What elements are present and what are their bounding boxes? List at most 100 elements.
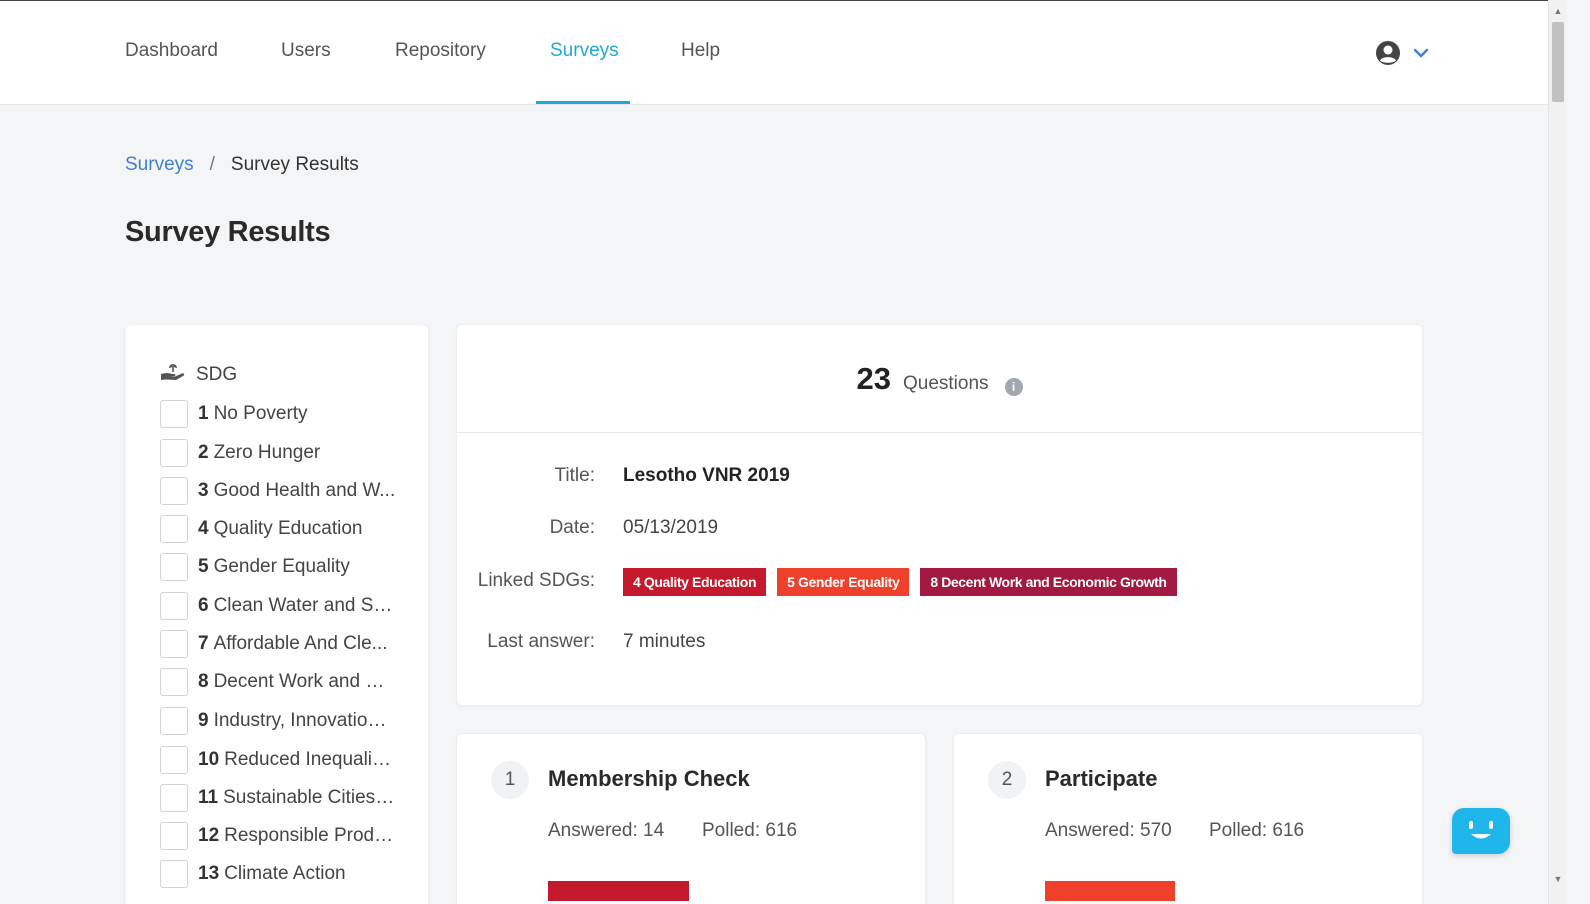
sdg-label: Gender Equality — [213, 556, 350, 577]
sdg-number: 9 — [198, 710, 209, 731]
checkbox[interactable] — [160, 668, 188, 696]
sdg-tag-gender-equality[interactable]: 5 Gender Equality — [777, 568, 910, 596]
checkbox[interactable] — [160, 746, 188, 774]
sdg-number: 3 — [198, 480, 209, 501]
title-value: Lesotho VNR 2019 — [623, 465, 790, 486]
answered-count: Answered: 570 — [1045, 820, 1172, 841]
scroll-down-arrow-icon[interactable]: ▼ — [1549, 872, 1567, 886]
scroll-up-arrow-icon[interactable]: ▲ — [1549, 4, 1567, 18]
sdg-label: Zero Hunger — [213, 442, 321, 463]
page-title: Survey Results — [125, 216, 331, 248]
sdg-filter-item[interactable]: 3 Good Health and W... — [160, 477, 395, 505]
sdg-number: 5 — [198, 556, 209, 577]
sdg-number: 6 — [198, 595, 209, 616]
sdg-filter-item[interactable]: 6 Clean Water and Sa... — [160, 592, 396, 620]
checkbox[interactable] — [160, 707, 188, 735]
question-count-label: Questions — [902, 373, 989, 394]
sdg-filter-item[interactable]: 13 Climate Action — [160, 860, 346, 888]
info-icon[interactable]: i — [1004, 378, 1023, 396]
polled-count: Polled: 616 — [1209, 820, 1305, 841]
checkbox[interactable] — [160, 477, 188, 505]
checkbox[interactable] — [160, 515, 188, 543]
nav-dashboard[interactable]: Dashboard — [125, 40, 218, 62]
checkbox[interactable] — [160, 822, 188, 850]
question-title: Participate — [1045, 766, 1158, 791]
question-count-number: 23 — [856, 361, 891, 396]
sdg-filter-item[interactable]: 10 Reduced Inequaliti... — [160, 746, 396, 774]
sdg-label: Quality Education — [213, 518, 363, 539]
question-index: 2 — [988, 761, 1026, 799]
sdg-filter-item[interactable]: 7 Affordable And Cle... — [160, 630, 388, 658]
chat-bot-button[interactable] — [1452, 808, 1510, 854]
checkbox[interactable] — [160, 630, 188, 658]
question-title: Membership Check — [548, 766, 750, 791]
sdg-filter-item[interactable]: 5 Gender Equality — [160, 553, 350, 581]
top-navigation-bar: Dashboard Users Repository Surveys Help — [0, 0, 1548, 105]
sdg-number: 10 — [198, 749, 220, 770]
last-answer-value: 7 minutes — [623, 631, 706, 652]
breadcrumb-separator: / — [209, 154, 215, 175]
breadcrumb: Surveys / Survey Results — [125, 154, 359, 176]
nav-users[interactable]: Users — [281, 40, 331, 62]
question-index: 1 — [491, 761, 529, 799]
sdg-filter-item[interactable]: 12 Responsible Produ... — [160, 822, 396, 850]
nav-help[interactable]: Help — [681, 40, 720, 62]
breadcrumb-surveys-link[interactable]: Surveys — [125, 154, 194, 176]
title-label: Title: — [554, 465, 595, 486]
sdg-tag-quality-education[interactable]: 4 Quality Education — [623, 568, 767, 596]
sdg-number: 13 — [198, 863, 220, 884]
question-card[interactable]: 2 Participate Answered: 570 Polled: 616 — [953, 733, 1423, 904]
sdg-label: Sustainable Cities ... — [223, 787, 396, 808]
checkbox[interactable] — [160, 439, 188, 467]
active-tab-indicator — [536, 101, 630, 104]
sdg-filter-item[interactable]: 9 Industry, Innovation ... — [160, 707, 396, 735]
nav-repository[interactable]: Repository — [395, 40, 486, 62]
sdg-filter-item[interactable]: 1 No Poverty — [160, 400, 308, 428]
checkbox[interactable] — [160, 784, 188, 812]
nav-surveys[interactable]: Surveys — [550, 40, 619, 62]
date-value: 05/13/2019 — [623, 517, 719, 538]
sdg-number: 7 — [198, 633, 209, 654]
sdg-filter-panel: SDG 1 No Poverty 2 Zero Hunger 3 Good Healt… — [125, 324, 429, 904]
sdg-label: No Poverty — [213, 403, 308, 424]
sdg-filter-item[interactable]: 2 Zero Hunger — [160, 439, 320, 467]
page-scrollbar[interactable]: ▲ ▼ — [1548, 0, 1566, 904]
question-card[interactable]: 1 Membership Check Answered: 14 Polled: … — [456, 733, 926, 904]
sdg-filter-title: SDG — [196, 364, 238, 385]
scrollbar-thumb[interactable] — [1552, 22, 1564, 102]
checkbox[interactable] — [160, 592, 188, 620]
sdg-label: Affordable And Cle... — [213, 633, 388, 654]
sdg-number: 12 — [198, 825, 220, 846]
checkbox[interactable] — [160, 860, 188, 888]
sdg-number: 1 — [198, 403, 209, 424]
last-answer-label: Last answer: — [487, 631, 595, 652]
user-menu[interactable] — [1374, 39, 1430, 72]
sdg-number: 8 — [198, 671, 209, 692]
chevron-down-icon — [1412, 44, 1430, 67]
chat-bot-face-icon — [1452, 821, 1510, 858]
sdg-filter-item[interactable]: 11 Sustainable Cities ... — [160, 784, 396, 812]
sdg-label: Reduced Inequaliti... — [224, 749, 396, 770]
user-circle-icon — [1374, 39, 1402, 72]
sdg-label: Climate Action — [224, 863, 346, 884]
date-label: Date: — [549, 517, 595, 538]
sdg-filter-item[interactable]: 8 Decent Work and Ec... — [160, 668, 396, 696]
hand-holding-plant-icon — [160, 361, 186, 389]
sdg-label: Clean Water and Sa... — [213, 595, 396, 616]
question-sdg-tag[interactable] — [548, 881, 689, 901]
sdg-filter-item[interactable]: 4 Quality Education — [160, 515, 363, 543]
sdg-tag-decent-work[interactable]: 8 Decent Work and Economic Growth — [920, 568, 1177, 596]
sdg-number: 4 — [198, 518, 209, 539]
breadcrumb-current: Survey Results — [230, 154, 359, 175]
sdg-label: Good Health and W... — [213, 480, 396, 501]
survey-summary-card: 23 Questions i Title: Lesotho VNR 2019 D… — [456, 324, 1423, 706]
checkbox[interactable] — [160, 400, 188, 428]
sdg-label: Industry, Innovation ... — [213, 710, 396, 731]
question-count: 23 Questions i — [457, 361, 1422, 397]
sdg-filter-header: SDG — [160, 361, 237, 389]
sdg-number: 2 — [198, 442, 209, 463]
linked-sdgs-tags: 4 Quality Education 5 Gender Equality 8 … — [623, 568, 1177, 596]
question-sdg-tag[interactable] — [1045, 881, 1175, 901]
sdg-number: 11 — [198, 787, 219, 808]
checkbox[interactable] — [160, 553, 188, 581]
